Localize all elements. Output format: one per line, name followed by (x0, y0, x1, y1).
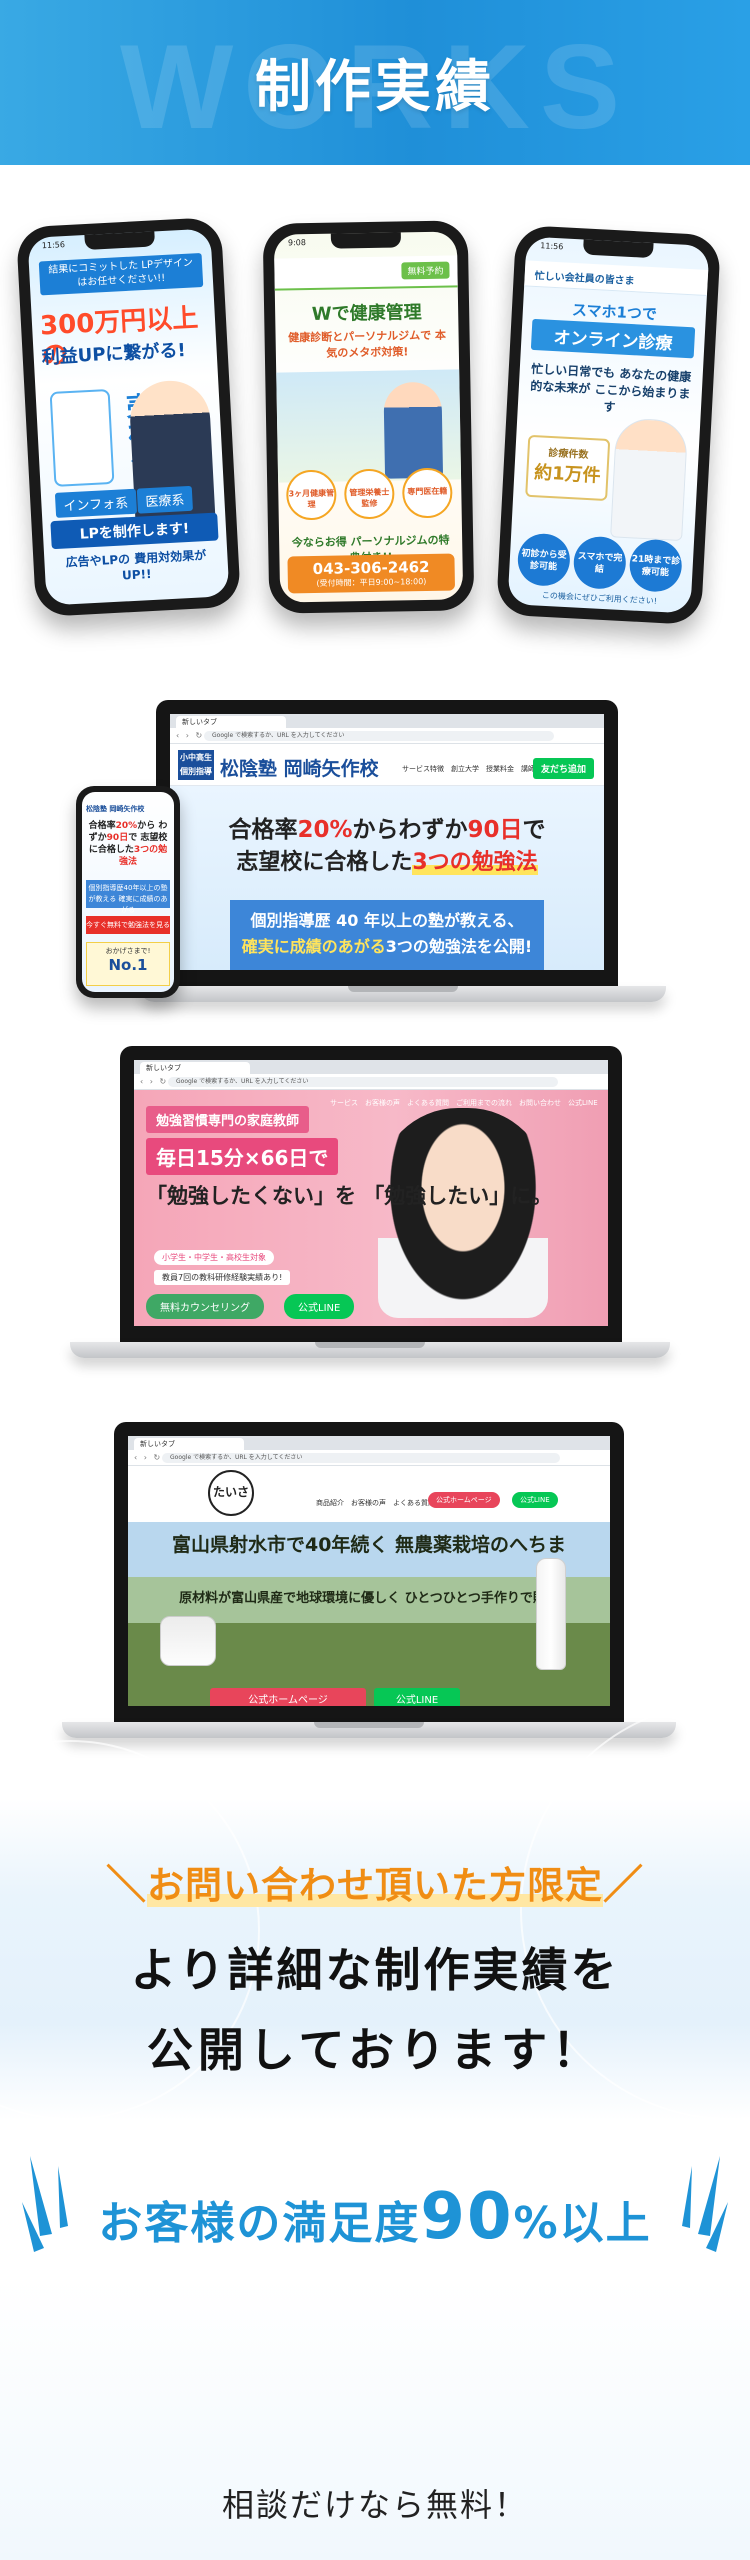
free-consult-text: 相談だけなら無料！ (221, 2486, 528, 2524)
school-band: 個別指導歴 40 年以上の塾が教える、 確実に成績のあがる3つの勉強法を公開! (230, 900, 544, 970)
official-site-button[interactable]: 公式ホームページ (428, 1492, 500, 1508)
official-line-button[interactable]: 公式LINE (512, 1492, 558, 1508)
lp-tag-info: インフォ系 (54, 488, 137, 518)
satisfaction-text: お客様の満足度90%以上 (98, 2180, 652, 2254)
free-consult-section: 相談だけなら無料！ (0, 2280, 750, 2560)
feature-first-visit: 初診から受診可能 (516, 532, 572, 588)
doctor-illustration (610, 417, 689, 542)
lp-foot-text: 広告やLPの 費用対効果がUP!! (65, 548, 207, 583)
tutor-tag: 勉強習慣専門の家庭教師 (146, 1106, 310, 1133)
badge-nutrition: 管理栄養士監修 (343, 468, 395, 520)
more-works-section: ＼お問い合わせ頂いた方限定／ より詳細な制作実績を 公開しております！ (0, 1700, 750, 2120)
works-page: WORKS 制作実績 11:56 結果にコミットした LPデザインはお任せくださ… (0, 0, 750, 2560)
laptop-base (70, 1342, 670, 1358)
cream-jar-image (160, 1616, 216, 1666)
school-name: 松陰塾 岡崎矢作校 (220, 758, 379, 780)
address-bar[interactable]: Google で検索するか、URL を入力してください (168, 1077, 558, 1087)
lotion-bottle-image (536, 1558, 566, 1670)
hechima-headline: 富山県射水市で40年続く 無農薬栽培のへちま (171, 1534, 567, 1556)
laptop-screen: 新しいタブ ‹ › ↻ Google で検索するか、URL を入力してください … (134, 1060, 608, 1326)
lp-mini-screen (49, 388, 115, 487)
laptop-base (62, 1722, 676, 1738)
lp-make-banner: LPを制作します! (50, 512, 219, 550)
official-line-button[interactable]: 公式LINE (284, 1294, 355, 1319)
free-counseling-button[interactable]: 無料カウンセリング (146, 1294, 264, 1319)
official-line-cta[interactable]: 公式LINE (374, 1688, 460, 1706)
feature-smartphone: スマホで完結 (572, 535, 628, 591)
nav-arrows-icon[interactable]: ‹ › ↻ (134, 1453, 162, 1462)
browser-tab[interactable]: 新しいタブ (176, 716, 286, 728)
limited-heading: ＼お問い合わせ頂いた方限定／ (106, 1862, 644, 1908)
school-logo: 小中高生 個別指導 (178, 750, 214, 780)
health-subline: 健康診断とパーソナルジムで 本気のメタボ対策! (288, 328, 447, 360)
lp-intro: 結果にコミットした LPデザインはお任せください!! (38, 252, 204, 296)
laptop-base (140, 986, 666, 1002)
clinic-line3: 忙しい日常でも あなたの健康的な未来が ここから始まります (529, 361, 692, 415)
page-title: 制作実績 (255, 55, 495, 120)
address-bar[interactable]: Google で検索するか、URL を入力してください (204, 731, 554, 741)
phone-screen: 9:08 無料予約 Wで健康管理 健康診断とパーソナルジムで 本気のメタボ対策!… (273, 231, 464, 603)
address-bar[interactable]: Google で検索するか、URL を入力してください (162, 1453, 560, 1463)
slash-right-icon: ／ (603, 1862, 644, 1908)
reserve-button[interactable]: 無料予約 (401, 261, 450, 280)
doctor-illustration (383, 381, 444, 479)
works-header: WORKS 制作実績 (0, 0, 750, 165)
official-site-cta[interactable]: 公式ホームページ (210, 1688, 366, 1706)
badge-3months: 3ヶ月健康管理 (285, 469, 337, 521)
laptop-screen: 新しいタブ ‹ › ↻ Google で検索するか、URL を入力してください … (128, 1436, 610, 1706)
slash-left-icon: ＼ (106, 1862, 147, 1908)
phone-mockup-lp: 11:56 結果にコミットした LPデザインはお任せください!! 300万円以上… (15, 216, 242, 618)
brand-seal-logo: たいさん (208, 1470, 254, 1539)
laptop-screen: 新しいタブ ‹ › ↻ Google で検索するか、URL を入力してください … (170, 714, 604, 970)
line-add-button[interactable]: 友だち追加 (532, 758, 594, 779)
badge-specialist: 専門医在籍 (401, 467, 453, 519)
phone-number: 043-306-2462 (312, 557, 430, 578)
feature-21pm: 21時まで診療可能 (628, 538, 684, 593)
tutor-headline: 「勉強したくない」を 「勉強したい」に。 (146, 1184, 553, 1208)
hechima-nav[interactable]: 商品紹介 お客様の声 よくある質問 (316, 1498, 435, 1508)
phone-mockup-health: 9:08 無料予約 Wで健康管理 健康診断とパーソナルジムで 本気のメタボ対策!… (262, 220, 475, 614)
phone-mockup-school: 松陰塾 岡崎矢作校 合格率20%から わずか90日で 志望校に合格した3つの勉強… (76, 786, 180, 998)
school-headline-2: 志望校に合格した3つの勉強法 (236, 850, 538, 875)
more-works-line1: より詳細な制作実績を (130, 1943, 620, 1997)
health-headline: Wで健康管理 (311, 302, 422, 325)
tutor-nav[interactable]: サービス お客様の声 よくある質問 ご利用までの流れ お問い合わせ 公式LINE (330, 1098, 598, 1108)
no1-badge: おかげさまで! No.1 (86, 942, 170, 986)
phone-screen: 11:56 忙しい会社員の皆さま スマホ1つで オンライン診療 忙しい日常でも … (507, 236, 710, 614)
browser-tab[interactable]: 新しいタブ (140, 1062, 250, 1074)
school-headline-1: 合格率20%からわずか90日で (228, 817, 546, 843)
tutor-achievement: 教員7回の教科研修経験実績あり! (154, 1270, 291, 1285)
tutor-target: 小学生・中学生・高校生対象 (154, 1250, 274, 1265)
nav-arrows-icon[interactable]: ‹ › ↻ (176, 731, 204, 740)
browser-tab[interactable]: 新しいタブ (134, 1438, 244, 1450)
lp-tag-medical: 医療系 (136, 485, 194, 514)
tel-button[interactable]: 043-306-2462 (受付時間：平日9:00~18:00) (287, 553, 456, 594)
student-photo (378, 1108, 548, 1318)
phone-mockup-online-clinic: 11:56 忙しい会社員の皆さま スマホ1つで オンライン診療 忙しい日常でも … (495, 224, 722, 626)
phone-screen: 11:56 結果にコミットした LPデザインはお任せください!! 300万円以上… (27, 228, 230, 606)
clinic-count-badge: 診療件数 約1万件 (525, 434, 611, 502)
tutor-daily: 毎日15分×66日で (146, 1138, 339, 1175)
more-works-line2: 公開しております！ (146, 2023, 604, 2077)
satisfaction-banner: お客様の満足度90%以上 (0, 2150, 750, 2270)
mobile-cta-button[interactable]: 今すぐ無料で勉強法を見る (86, 916, 170, 934)
nav-arrows-icon[interactable]: ‹ › ↻ (140, 1077, 168, 1086)
